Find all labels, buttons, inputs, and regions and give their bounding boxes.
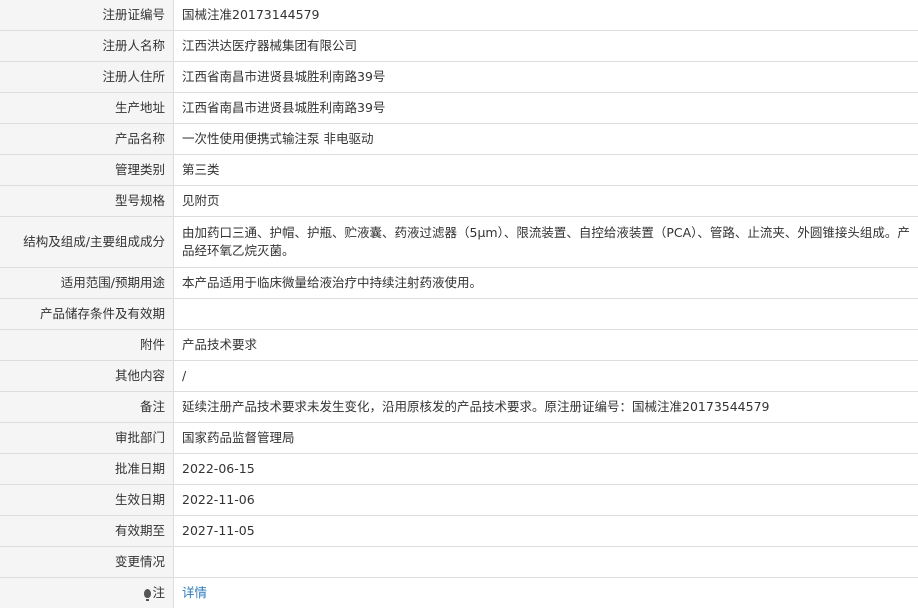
row-structure-composition: 结构及组成/主要组成成分 由加药口三通、护帽、护瓶、贮液囊、药液过滤器（5μm）… bbox=[0, 217, 918, 268]
label-approval-date: 批准日期 bbox=[0, 454, 174, 485]
row-intended-use: 适用范围/预期用途 本产品适用于临床微量给液治疗中持续注射药液使用。 bbox=[0, 268, 918, 299]
row-effective-date: 生效日期 2022-11-06 bbox=[0, 485, 918, 516]
value-remarks: 延续注册产品技术要求未发生变化，沿用原核发的产品技术要求。原注册证编号：国械注准… bbox=[174, 392, 918, 423]
value-registration-number: 国械注准20173144579 bbox=[174, 0, 918, 31]
lightbulb-icon bbox=[144, 589, 151, 598]
value-structure-composition: 由加药口三通、护帽、护瓶、贮液囊、药液过滤器（5μm）、限流装置、自控给液装置（… bbox=[174, 217, 918, 268]
value-model-spec: 见附页 bbox=[174, 186, 918, 217]
label-change-status: 变更情况 bbox=[0, 547, 174, 578]
value-effective-date: 2022-11-06 bbox=[174, 485, 918, 516]
row-change-status: 变更情况 bbox=[0, 547, 918, 578]
label-remarks: 备注 bbox=[0, 392, 174, 423]
value-registrant-address: 江西省南昌市进贤县城胜利南路39号 bbox=[174, 62, 918, 93]
value-storage-validity bbox=[174, 299, 918, 330]
registration-detail-table: 注册证编号 国械注准20173144579 注册人名称 江西洪达医疗器械集团有限… bbox=[0, 0, 918, 608]
value-valid-until: 2027-11-05 bbox=[174, 516, 918, 547]
label-approval-department: 审批部门 bbox=[0, 423, 174, 454]
label-note: 注 bbox=[0, 578, 174, 608]
row-remarks: 备注 延续注册产品技术要求未发生变化，沿用原核发的产品技术要求。原注册证编号：国… bbox=[0, 392, 918, 423]
row-production-address: 生产地址 江西省南昌市进贤县城胜利南路39号 bbox=[0, 93, 918, 124]
label-product-name: 产品名称 bbox=[0, 124, 174, 155]
value-other-content: / bbox=[174, 361, 918, 392]
label-registrant-name: 注册人名称 bbox=[0, 31, 174, 62]
label-model-spec: 型号规格 bbox=[0, 186, 174, 217]
label-attachment: 附件 bbox=[0, 330, 174, 361]
label-note-text: 注 bbox=[152, 585, 165, 600]
value-note: 详情 bbox=[174, 578, 918, 608]
value-attachment: 产品技术要求 bbox=[174, 330, 918, 361]
row-registration-number: 注册证编号 国械注准20173144579 bbox=[0, 0, 918, 31]
label-production-address: 生产地址 bbox=[0, 93, 174, 124]
row-valid-until: 有效期至 2027-11-05 bbox=[0, 516, 918, 547]
value-intended-use: 本产品适用于临床微量给液治疗中持续注射药液使用。 bbox=[174, 268, 918, 299]
row-storage-validity: 产品储存条件及有效期 bbox=[0, 299, 918, 330]
value-approval-date: 2022-06-15 bbox=[174, 454, 918, 485]
label-valid-until: 有效期至 bbox=[0, 516, 174, 547]
label-registration-number: 注册证编号 bbox=[0, 0, 174, 31]
row-management-category: 管理类别 第三类 bbox=[0, 155, 918, 186]
label-management-category: 管理类别 bbox=[0, 155, 174, 186]
row-note: 注 详情 bbox=[0, 578, 918, 608]
label-effective-date: 生效日期 bbox=[0, 485, 174, 516]
label-storage-validity: 产品储存条件及有效期 bbox=[0, 299, 174, 330]
row-product-name: 产品名称 一次性使用便携式输注泵 非电驱动 bbox=[0, 124, 918, 155]
row-registrant-name: 注册人名称 江西洪达医疗器械集团有限公司 bbox=[0, 31, 918, 62]
row-other-content: 其他内容 / bbox=[0, 361, 918, 392]
row-registrant-address: 注册人住所 江西省南昌市进贤县城胜利南路39号 bbox=[0, 62, 918, 93]
label-structure-composition: 结构及组成/主要组成成分 bbox=[0, 217, 174, 268]
value-change-status bbox=[174, 547, 918, 578]
value-product-name: 一次性使用便携式输注泵 非电驱动 bbox=[174, 124, 918, 155]
row-approval-department: 审批部门 国家药品监督管理局 bbox=[0, 423, 918, 454]
label-intended-use: 适用范围/预期用途 bbox=[0, 268, 174, 299]
details-link[interactable]: 详情 bbox=[182, 585, 207, 600]
value-registrant-name: 江西洪达医疗器械集团有限公司 bbox=[174, 31, 918, 62]
row-model-spec: 型号规格 见附页 bbox=[0, 186, 918, 217]
row-attachment: 附件 产品技术要求 bbox=[0, 330, 918, 361]
value-production-address: 江西省南昌市进贤县城胜利南路39号 bbox=[174, 93, 918, 124]
row-approval-date: 批准日期 2022-06-15 bbox=[0, 454, 918, 485]
label-other-content: 其他内容 bbox=[0, 361, 174, 392]
value-approval-department: 国家药品监督管理局 bbox=[174, 423, 918, 454]
label-registrant-address: 注册人住所 bbox=[0, 62, 174, 93]
value-management-category: 第三类 bbox=[174, 155, 918, 186]
